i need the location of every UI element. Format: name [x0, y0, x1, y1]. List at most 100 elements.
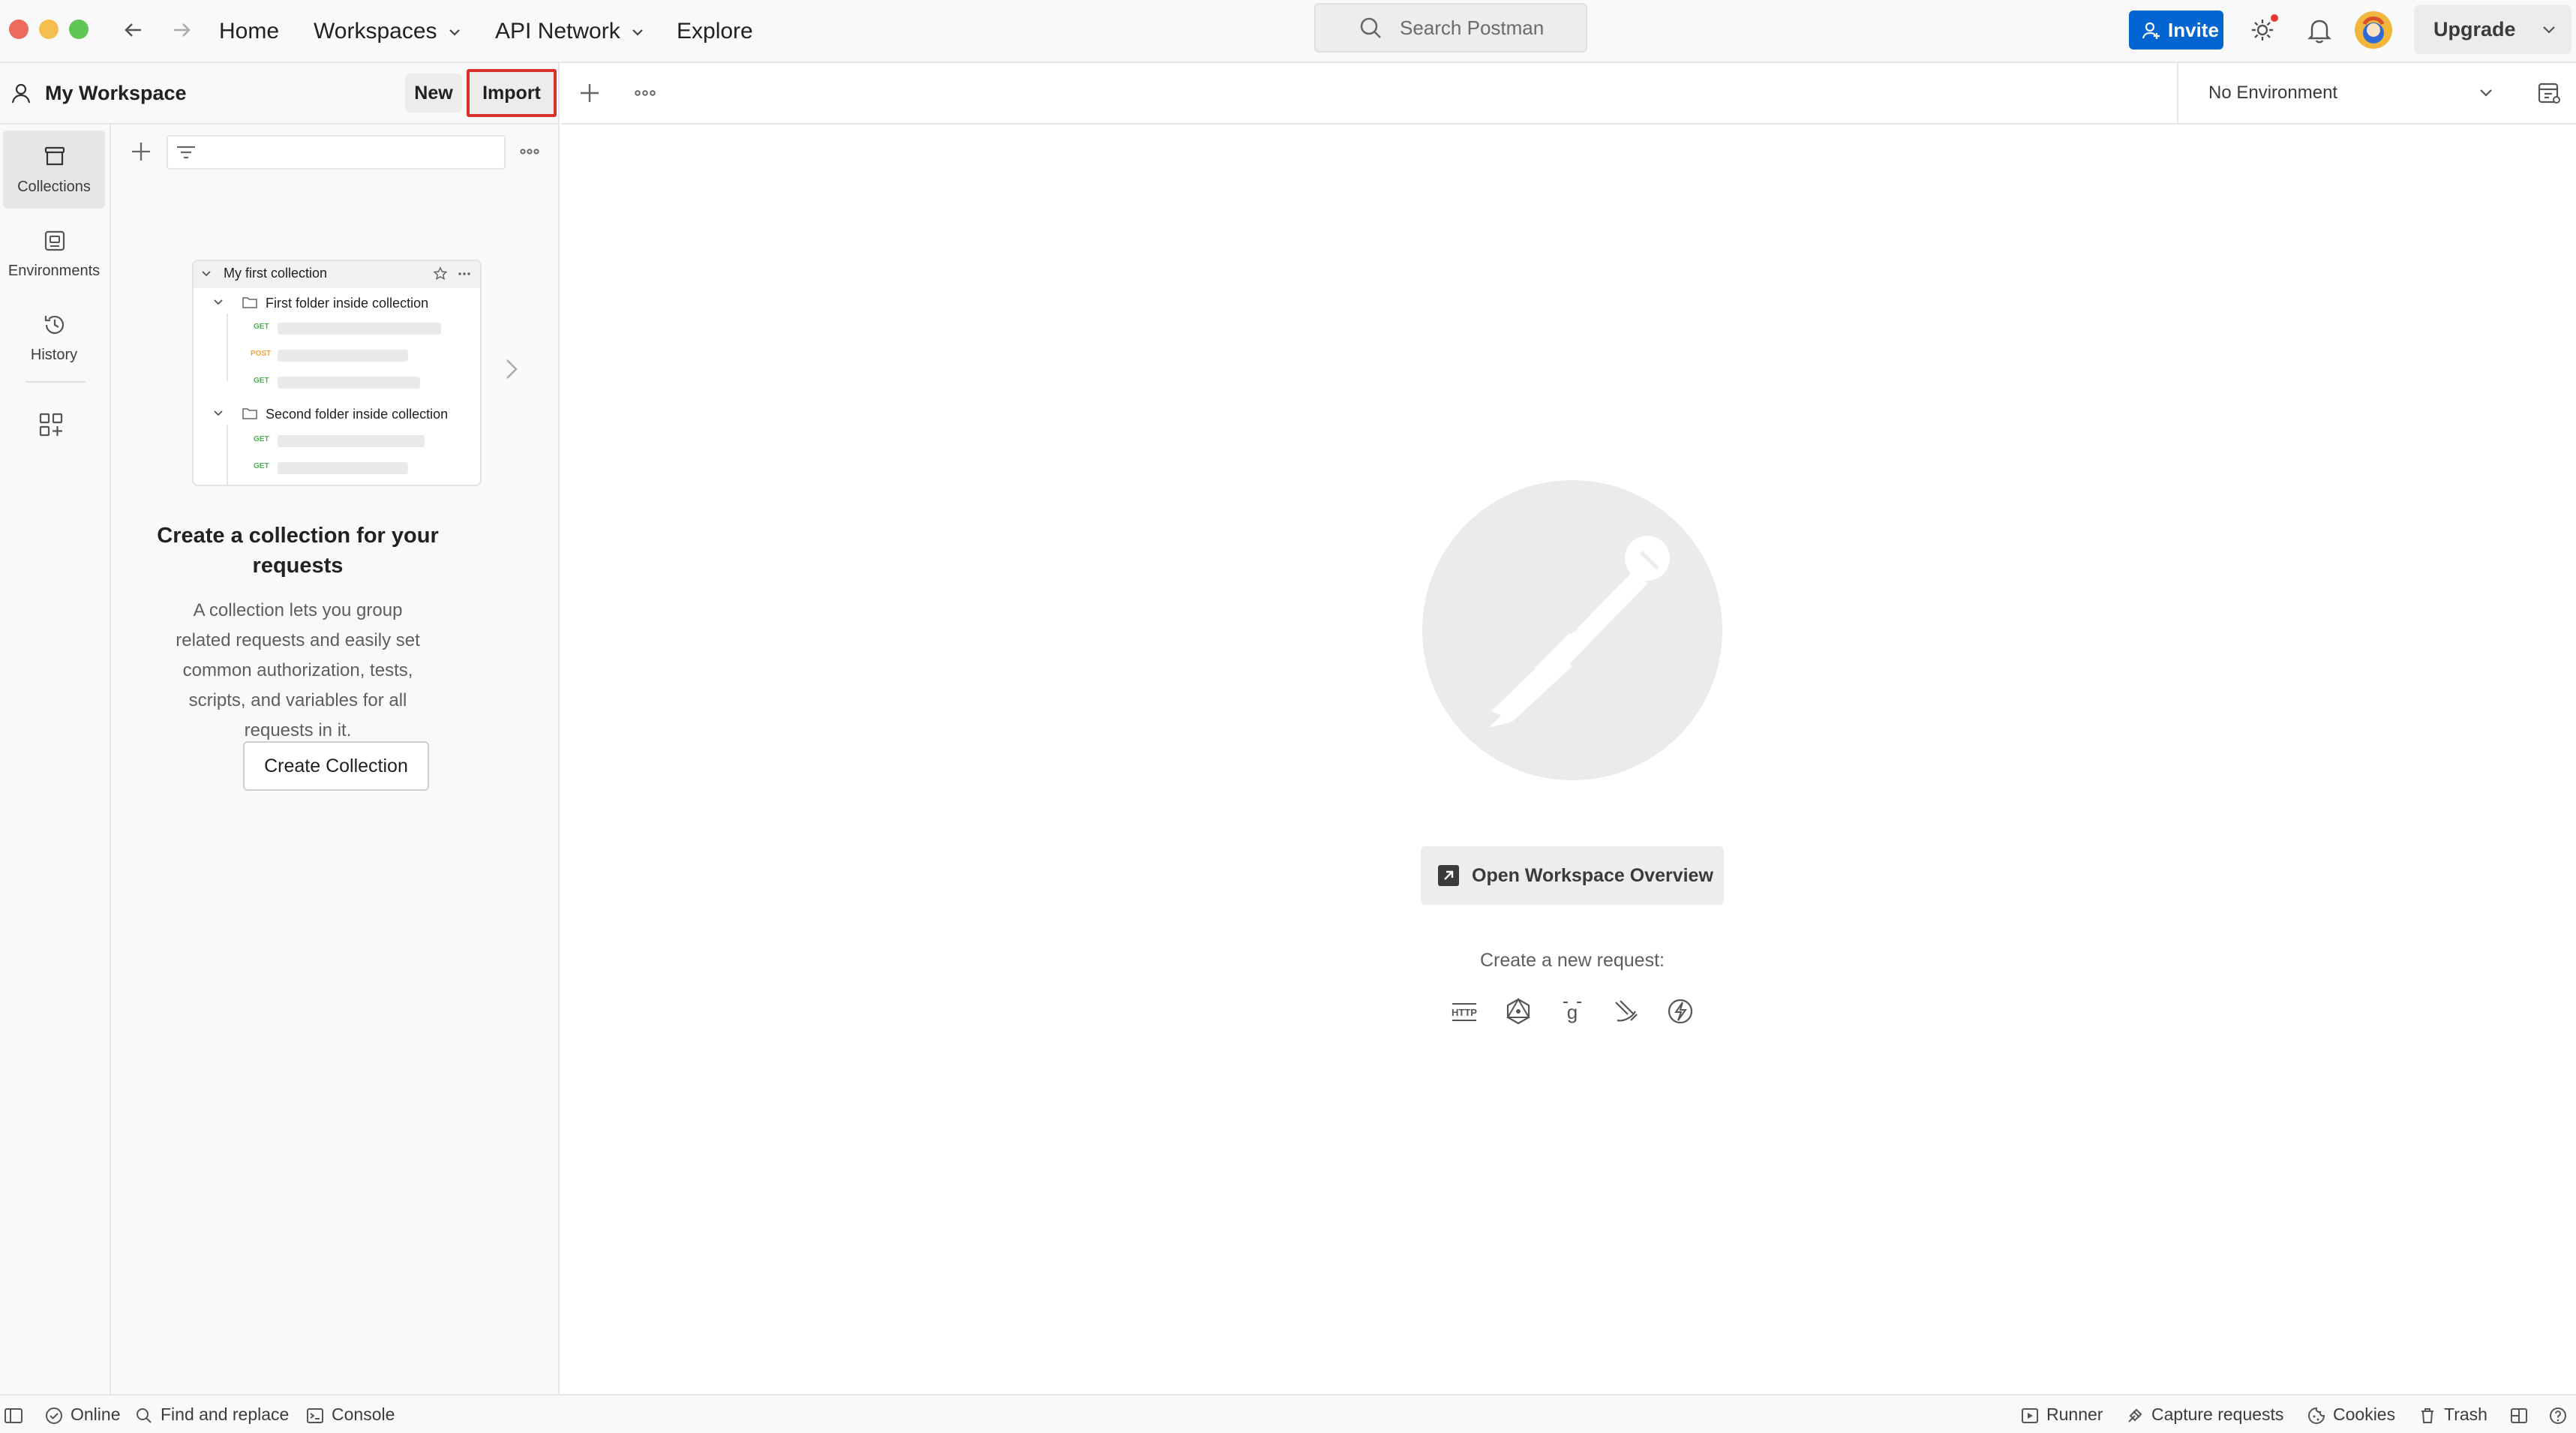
more-tabs-icon[interactable] [632, 80, 659, 107]
workspace-title[interactable]: My Workspace [45, 63, 187, 123]
method-label: POST [251, 350, 272, 358]
rail-item-environments[interactable]: Environments [3, 215, 105, 293]
websocket-icon[interactable] [1608, 993, 1644, 1029]
new-tab-plus-icon[interactable] [576, 80, 603, 107]
open-workspace-overview-button[interactable]: Open Workspace Overview [1421, 846, 1724, 905]
request-placeholder-bar [278, 435, 425, 447]
rail-collections-label: Collections [17, 179, 91, 195]
more-options-icon [456, 266, 473, 282]
method-label: GET [254, 435, 269, 443]
search-input[interactable]: Search Postman [1314, 3, 1587, 53]
empty-state-title: Create a collection for your requests [157, 524, 439, 578]
rail-item-collections[interactable]: Collections [3, 131, 105, 209]
http-icon[interactable]: HTTP [1446, 993, 1482, 1029]
nav-workspaces-label: Workspaces [314, 19, 437, 44]
nav-workspaces[interactable]: Workspaces [314, 12, 463, 51]
import-button[interactable]: Import [467, 69, 557, 117]
environment-selector[interactable]: No Environment [2177, 63, 2576, 125]
search-placeholder: Search Postman [1400, 17, 1545, 39]
title-bar: Home Workspaces API Network Explore Sear… [0, 0, 2576, 63]
maximize-window-button[interactable] [69, 20, 89, 39]
collection-illustration: My first collection First folder inside … [192, 260, 482, 486]
environment-quick-look-icon[interactable] [2535, 80, 2562, 107]
overview-label: Open Workspace Overview [1472, 865, 1713, 886]
toggle-sidebar-icon[interactable] [3, 1395, 30, 1433]
collections-sidebar: My first collection First folder inside … [111, 125, 560, 1394]
user-icon [9, 81, 33, 105]
illustration-collection-name: My first collection [224, 266, 328, 281]
request-placeholder-bar [278, 350, 408, 362]
runner-icon [2022, 1407, 2038, 1423]
nav-home[interactable]: Home [219, 12, 279, 51]
settings-gear-icon[interactable] [2247, 14, 2280, 47]
close-window-button[interactable] [9, 20, 29, 39]
trash-icon [2421, 1407, 2433, 1423]
workspace-header: My Workspace New Import [0, 63, 560, 125]
trash-button[interactable]: Trash [2417, 1395, 2487, 1433]
find-replace-button[interactable]: Find and replace [134, 1395, 289, 1433]
empty-state-description: A collection lets you group related requ… [176, 600, 420, 741]
help-icon[interactable] [2547, 1395, 2574, 1433]
illustration-folder1: First folder inside collection [266, 296, 429, 311]
capture-icon [2128, 1408, 2142, 1422]
illustration-folder2: Second folder inside collection [266, 407, 449, 422]
chevron-down-icon [212, 296, 225, 309]
search-icon [137, 1407, 152, 1423]
invite-button[interactable]: Invite [2129, 11, 2223, 50]
request-placeholder-bar [278, 462, 408, 474]
invite-label: Invite [2168, 19, 2219, 41]
configure-workbench-icon[interactable] [38, 411, 65, 438]
svg-text:g: g [1567, 1001, 1578, 1023]
two-pane-view-icon[interactable] [2508, 1395, 2535, 1433]
upgrade-button[interactable]: Upgrade [2414, 5, 2571, 54]
minimize-window-button[interactable] [39, 20, 59, 39]
collections-filter-input[interactable] [167, 135, 506, 170]
rail-environments-label: Environments [8, 263, 101, 279]
runner-button[interactable]: Runner [2019, 1395, 2103, 1433]
environments-icon [42, 228, 68, 254]
grpc-icon[interactable]: g [1554, 993, 1590, 1029]
environment-label: No Environment [2208, 83, 2338, 103]
rail-divider [26, 381, 86, 383]
search-icon [1358, 15, 1385, 42]
chevron-right-icon[interactable] [501, 354, 522, 384]
tree-line [227, 314, 228, 381]
check-circle-icon [46, 1407, 62, 1424]
history-icon [42, 312, 68, 338]
nav-explore[interactable]: Explore [677, 12, 753, 51]
cookies-label: Cookies [2333, 1404, 2396, 1424]
add-user-icon [2141, 20, 2162, 41]
upgrade-label: Upgrade [2433, 18, 2516, 41]
online-status[interactable]: Online [44, 1395, 120, 1433]
add-collection-plus-icon[interactable] [129, 140, 153, 164]
create-collection-button[interactable]: Create Collection [243, 741, 429, 791]
graphql-icon[interactable] [1500, 993, 1536, 1029]
postman-logo-icon [1422, 480, 1722, 780]
chevron-down-icon [446, 24, 463, 41]
star-icon [432, 266, 449, 282]
find-replace-label: Find and replace [161, 1404, 290, 1424]
request-placeholder-bar [278, 323, 441, 335]
online-label: Online [71, 1404, 121, 1424]
new-button[interactable]: New [405, 74, 462, 113]
rail-item-history[interactable]: History [3, 299, 105, 377]
user-avatar[interactable] [2354, 11, 2393, 50]
chevron-down-icon[interactable] [2540, 21, 2558, 39]
chevron-down-icon [629, 24, 646, 41]
collections-icon [42, 144, 68, 170]
console-button[interactable]: Console [305, 1395, 395, 1433]
status-bar: Online Find and replace Console Runner C… [0, 1394, 2576, 1433]
forward-arrow-icon[interactable] [168, 17, 195, 44]
back-arrow-icon[interactable] [120, 17, 147, 44]
method-label: GET [254, 377, 269, 385]
folder-icon [242, 296, 258, 309]
left-rail: Collections Environments History [0, 125, 111, 1394]
more-options-icon[interactable] [518, 140, 542, 164]
notifications-bell-icon[interactable] [2303, 14, 2336, 47]
chevron-down-icon [200, 267, 213, 281]
socketio-icon[interactable] [1662, 993, 1698, 1029]
nav-api-network[interactable]: API Network [495, 12, 646, 51]
request-placeholder-bar [278, 377, 420, 389]
cookies-button[interactable]: Cookies [2306, 1395, 2395, 1433]
capture-requests-button[interactable]: Capture requests [2124, 1395, 2283, 1433]
